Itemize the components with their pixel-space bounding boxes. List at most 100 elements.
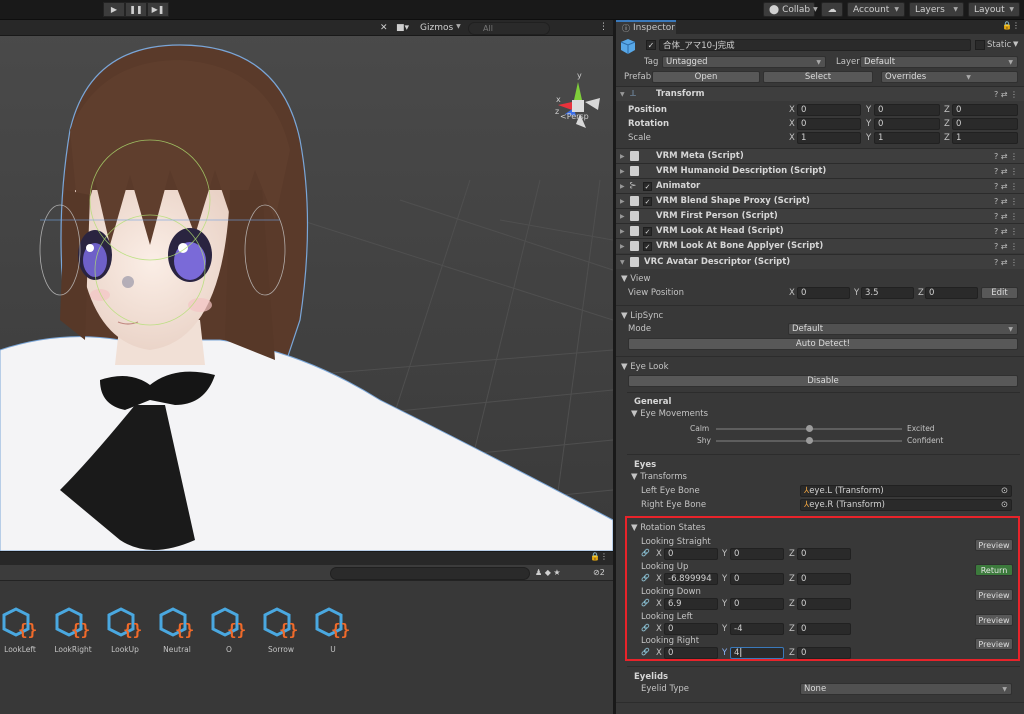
component-actions[interactable]: ? ⇄ ⋮ [994,90,1018,99]
static-checkbox[interactable] [975,40,985,50]
chevron-down-icon[interactable]: ▼ [1013,40,1018,48]
asset-item[interactable]: {} O [204,605,254,654]
axis-z-label: z [555,107,559,116]
component-header[interactable]: ▶ VRM First Person (Script) ? ⇄ ⋮ [616,208,1024,223]
cloud-icon: ☁ [827,4,837,15]
asset-item[interactable]: {} LookRight [48,605,98,654]
component-enabled-checkbox[interactable]: ✓ [643,226,652,236]
axis-label: Z [918,288,924,298]
prefab-open-button[interactable]: Open [652,71,760,83]
scale-z-field[interactable]: 1 [952,132,1018,144]
scene-menu-icon[interactable]: ⋮ [599,22,608,32]
transform-component-header[interactable]: ▼ ⟂ Transform ? ⇄ ⋮ [616,86,1024,101]
component-header[interactable]: ▶ ✓ VRM Blend Shape Proxy (Script) ? ⇄ ⋮ [616,193,1024,208]
eyelid-type-dropdown[interactable]: None ▼ [800,683,1012,695]
component-actions[interactable]: ? ⇄ ⋮ [994,227,1018,236]
scale-x-field[interactable]: 1 [797,132,861,144]
collab-button[interactable]: ⬤ Collab ▼ [763,2,818,17]
eye-look-disable-button[interactable]: Disable [628,375,1018,387]
rotation-z-field[interactable]: 0 [952,118,1018,130]
filter-icons[interactable]: ♟ ◆ ★ [535,568,561,577]
svg-text:{}: {} [123,620,142,639]
asset-item[interactable]: {} U [308,605,358,654]
scene-view[interactable]: y x z <Persp [0,20,613,551]
camera-icon[interactable]: ■▾ [396,23,409,33]
component-header[interactable]: ▶ VRM Humanoid Description (Script) ? ⇄ ⋮ [616,163,1024,178]
component-actions[interactable]: ? ⇄ ⋮ [994,258,1018,267]
prefab-overrides-dropdown[interactable]: Overrides ▼ [881,71,1018,83]
collab-icon: ⬤ [769,4,780,15]
object-name-field[interactable]: 合体_アマ10-J完成 [659,39,971,51]
gizmos-dropdown[interactable]: Gizmos ▼ [420,23,461,33]
layout-dropdown[interactable]: Layout ▼ [968,2,1020,17]
select-label: Select [804,72,832,82]
transforms-foldout[interactable]: ▼ Transforms [631,472,687,482]
component-title: VRC Avatar Descriptor (Script) [644,257,791,267]
cloud-button[interactable]: ☁ [821,2,843,17]
section-label: Eye Movements [640,409,709,419]
project-search-input[interactable] [330,567,530,580]
position-x-field[interactable]: 0 [797,104,861,116]
rotation-x-field[interactable]: 0 [797,118,861,130]
lipsync-foldout[interactable]: ▼ LipSync [621,311,663,321]
asset-label: Sorrow [268,645,294,654]
tools-icon[interactable]: ✕ [380,23,388,33]
transform-icon: ⟂ [630,89,637,99]
component-actions[interactable]: ? ⇄ ⋮ [994,212,1018,221]
component-actions[interactable]: ? ⇄ ⋮ [994,242,1018,251]
component-enabled-checkbox[interactable]: ✓ [643,196,652,206]
tab-inspector[interactable]: ⓘ Inspector [616,20,676,34]
component-actions[interactable]: ? ⇄ ⋮ [994,182,1018,191]
layer-dropdown[interactable]: Default ▼ [860,56,1018,68]
view-edit-button[interactable]: Edit [981,287,1018,299]
panel-lock-icon[interactable]: 🔒⋮ [590,552,608,561]
hidden-count-badge[interactable]: ⊘2 [593,568,605,577]
component-header[interactable]: ▼ VRC Avatar Descriptor (Script) ? ⇄ ⋮ [616,254,1024,269]
play-button[interactable]: ▶ [103,2,125,17]
mode-label: Mode [628,324,652,334]
component-actions[interactable]: ? ⇄ ⋮ [994,167,1018,176]
scale-y-field[interactable]: 1 [874,132,940,144]
rotation-y-field[interactable]: 0 [874,118,940,130]
auto-detect-button[interactable]: Auto Detect! [628,338,1018,350]
layers-dropdown[interactable]: Layers ▼ [909,2,964,17]
slider-knob[interactable] [805,425,813,432]
eye-look-foldout[interactable]: ▼ Eye Look [621,362,669,372]
position-y-field[interactable]: 0 [874,104,940,116]
foldout-icon: ▼ [620,258,625,266]
left-eye-bone-field[interactable]: ⅄eye.L (Transform) ⊙ [800,485,1012,497]
asset-item[interactable]: {} Neutral [152,605,202,654]
asset-item[interactable]: {} LookLeft [0,605,45,654]
object-picker-icon[interactable]: ⊙ [1001,500,1008,510]
component-header[interactable]: ▶ ⊱ ✓ Animator ? ⇄ ⋮ [616,178,1024,193]
view-position-x-field[interactable]: 0 [797,287,850,299]
component-header[interactable]: ▶ ✓ VRM Look At Bone Applyer (Script) ? ⇄ ⋮ [616,238,1024,253]
right-eye-bone-field[interactable]: ⅄eye.R (Transform) ⊙ [800,499,1012,511]
asset-item[interactable]: {} Sorrow [256,605,306,654]
component-enabled-checkbox[interactable]: ✓ [643,181,652,191]
persp-label[interactable]: <Persp [560,112,589,121]
inspector-menu-icon[interactable]: 🔒⋮ [1002,21,1020,30]
step-button[interactable]: ▶❚ [147,2,169,17]
slider-knob[interactable] [805,437,813,444]
active-checkbox[interactable]: ✓ [646,40,656,50]
prefab-select-button[interactable]: Select [763,71,873,83]
view-foldout[interactable]: ▼ View [621,274,650,284]
object-picker-icon[interactable]: ⊙ [1001,486,1008,496]
eye-movements-foldout[interactable]: ▼ Eye Movements [631,409,708,419]
asset-item[interactable]: {} LookUp [100,605,150,654]
view-position-z-field[interactable]: 0 [925,287,978,299]
pause-button[interactable]: ❚❚ [125,2,147,17]
tag-dropdown[interactable]: Untagged ▼ [662,56,826,68]
account-dropdown[interactable]: Account ▼ [847,2,905,17]
component-enabled-checkbox[interactable]: ✓ [643,241,652,251]
view-position-y-field[interactable]: 3.5 [861,287,914,299]
asset-label: LookUp [111,645,139,654]
component-actions[interactable]: ? ⇄ ⋮ [994,197,1018,206]
position-z-field[interactable]: 0 [952,104,1018,116]
scene-search-input[interactable]: All [468,22,550,35]
component-header[interactable]: ▶ VRM Meta (Script) ? ⇄ ⋮ [616,148,1024,163]
component-actions[interactable]: ? ⇄ ⋮ [994,152,1018,161]
lipsync-mode-dropdown[interactable]: Default ▼ [788,323,1018,335]
component-header[interactable]: ▶ ✓ VRM Look At Head (Script) ? ⇄ ⋮ [616,223,1024,238]
